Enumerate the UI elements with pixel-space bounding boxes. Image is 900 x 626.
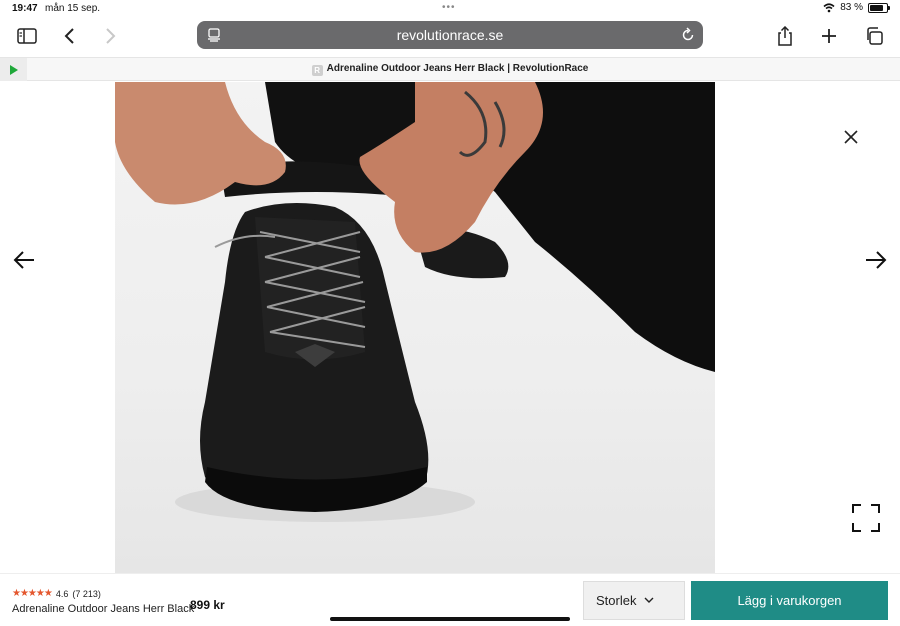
arrow-left-icon[interactable] [11,247,37,273]
chevron-left-icon[interactable] [57,24,83,48]
size-label: Storlek [596,593,637,608]
share-icon[interactable] [772,24,798,48]
size-select-button[interactable]: Storlek [583,581,685,620]
plus-icon[interactable] [816,24,842,48]
favicon: R [311,65,323,76]
battery-icon [868,2,890,13]
status-bar: 19:47 mån 15 sep. ••• 83 % [0,0,900,18]
shoe-illustration [115,82,715,522]
add-to-cart-button[interactable]: Lägg i varukorgen [691,581,888,620]
wifi-icon [823,2,835,12]
rating-count: (7 213) [72,588,101,599]
status-date: mån 15 sep. [45,3,101,14]
tab-strip: R Adrenaline Outdoor Jeans Herr Black | R… [0,57,900,81]
product-photo[interactable] [115,82,715,573]
tab-title: Adrenaline Outdoor Jeans Herr Black | Re… [326,63,589,74]
reload-icon[interactable] [681,27,695,43]
url-text: revolutionrace.se [396,27,504,43]
sidebar-icon[interactable] [14,24,40,48]
browser-toolbar: revolutionrace.se [0,18,900,54]
product-price: 899 kr [190,598,225,612]
rating[interactable]: ★★★★★ 4.6 (7 213) [12,588,101,599]
product-bar: ★★★★★ 4.6 (7 213) Adrenaline Outdoor Jea… [0,573,900,626]
home-indicator[interactable] [330,617,570,621]
fullscreen-icon[interactable] [851,503,883,535]
rating-value: 4.6 [55,588,69,599]
close-icon[interactable] [841,127,861,147]
star-rating-icon: ★★★★★ [12,588,53,599]
product-name: Adrenaline Outdoor Jeans Herr Black [12,603,195,615]
page-settings-icon[interactable] [207,28,221,42]
image-viewer [0,82,900,573]
chevron-down-icon [644,597,654,603]
tab-active[interactable]: R Adrenaline Outdoor Jeans Herr Black | R… [0,63,900,76]
tabs-icon[interactable] [861,24,887,48]
battery-percent: 83 % [840,2,863,13]
arrow-right-icon[interactable] [863,247,889,273]
status-time: 19:47 [12,3,38,14]
status-right: 83 % [823,2,890,13]
url-bar[interactable]: revolutionrace.se [197,21,703,49]
chevron-right-icon[interactable] [97,24,123,48]
multitask-dots[interactable]: ••• [442,2,456,13]
